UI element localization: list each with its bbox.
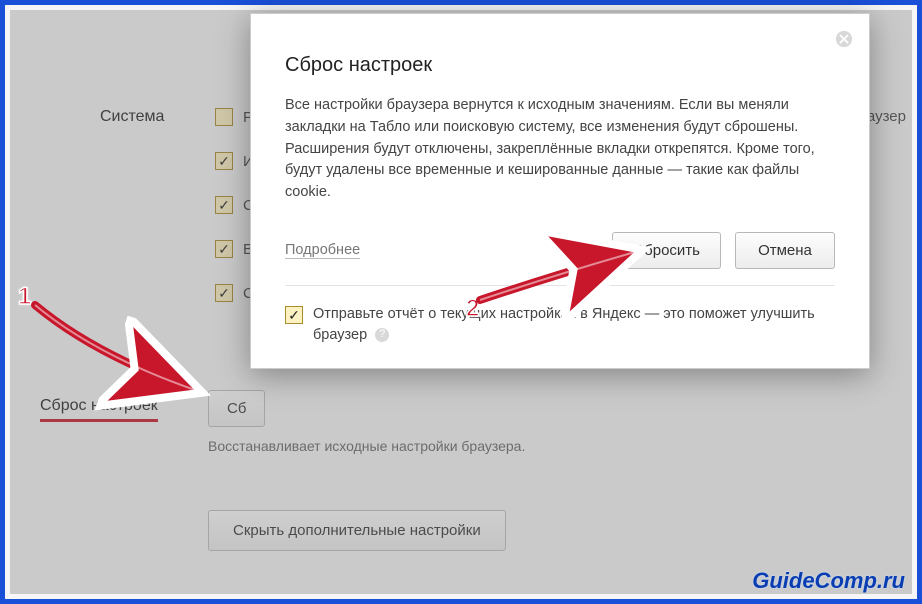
screenshot-frame: Система ✓ Р ✓ И ✓ С ✓ В ✓ С Сброс настро…: [0, 0, 922, 604]
watermark: GuideComp.ru: [752, 568, 905, 594]
dialog-title: Сброс настроек: [285, 54, 835, 77]
annotation-number-2: 2: [466, 295, 479, 323]
more-info-link[interactable]: Подробнее: [285, 242, 360, 259]
send-report-label: Отправьте отчёт о текущих настройках в Я…: [313, 304, 835, 346]
dialog-body-text: Все настройки браузера вернутся к исходн…: [285, 95, 835, 204]
reset-settings-dialog: Сброс настроек Все настройки браузера ве…: [250, 13, 870, 369]
confirm-reset-button[interactable]: Сбросить: [612, 232, 721, 269]
send-report-option[interactable]: ✓ Отправьте отчёт о текущих настройках в…: [285, 304, 835, 346]
checkbox-icon[interactable]: ✓: [285, 306, 303, 324]
dialog-action-row: Подробнее Сбросить Отмена: [285, 232, 835, 269]
cancel-button[interactable]: Отмена: [735, 232, 835, 269]
close-icon[interactable]: [833, 28, 855, 50]
divider: [285, 285, 835, 286]
help-icon[interactable]: ?: [375, 328, 389, 342]
annotation-number-1: 1: [18, 283, 31, 311]
